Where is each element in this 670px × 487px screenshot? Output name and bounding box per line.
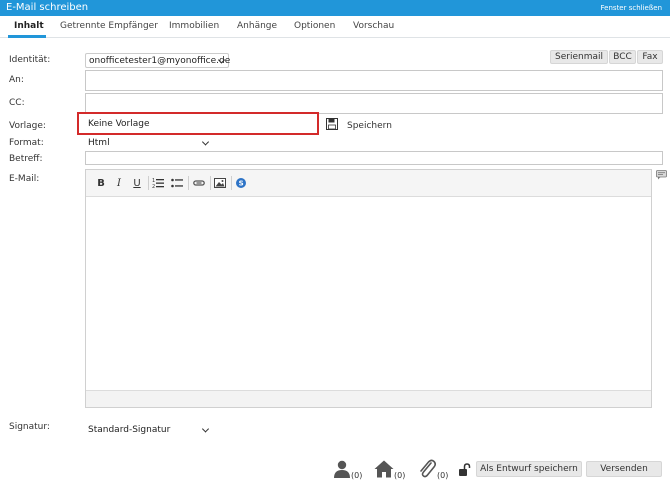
cc-input[interactable]	[85, 93, 663, 114]
link-icon[interactable]	[193, 176, 205, 190]
svg-text:S: S	[239, 180, 244, 188]
window-title: E-Mail schreiben	[6, 2, 89, 13]
bold-icon[interactable]: B	[96, 176, 106, 190]
editor-content-area[interactable]	[86, 197, 651, 392]
serienmail-button[interactable]: Serienmail	[550, 50, 608, 64]
signatur-label: Signatur:	[9, 422, 50, 432]
signatur-value: Standard-Signatur	[88, 424, 171, 435]
paperclip-icon[interactable]	[418, 458, 436, 480]
comment-icon[interactable]	[656, 170, 667, 180]
editor-statusbar	[86, 390, 651, 407]
bullet-list-icon[interactable]	[171, 176, 183, 190]
toolbar-divider	[231, 176, 232, 190]
properties-count: (0)	[394, 471, 406, 480]
tab-vorschau[interactable]: Vorschau	[353, 21, 394, 31]
tab-bar: Inhalt Getrennte Empfänger Immobilien An…	[0, 16, 670, 38]
send-button[interactable]: Versenden	[586, 461, 662, 477]
toolbar-divider	[188, 176, 189, 190]
format-select[interactable]: Html	[85, 136, 212, 149]
speichern-link[interactable]: Speichern	[347, 121, 392, 131]
save-icon[interactable]	[326, 118, 338, 130]
chevron-down-icon	[201, 137, 210, 146]
save-draft-button[interactable]: Als Entwurf speichern	[476, 461, 582, 477]
tab-getrennte-empfaenger[interactable]: Getrennte Empfänger	[60, 21, 158, 31]
signatur-select[interactable]: Standard-Signatur	[85, 423, 212, 436]
chevron-down-icon	[201, 424, 210, 433]
vorlage-value: Keine Vorlage	[88, 119, 150, 129]
fax-button[interactable]: Fax	[637, 50, 663, 64]
attachments-count: (0)	[437, 471, 449, 480]
email-label: E-Mail:	[9, 174, 40, 184]
window-titlebar: E-Mail schreiben Fenster schließen	[0, 0, 670, 16]
tab-immobilien[interactable]: Immobilien	[169, 21, 219, 31]
bcc-button[interactable]: BCC	[609, 50, 636, 64]
an-input[interactable]	[85, 70, 663, 91]
underline-icon[interactable]: U	[132, 176, 142, 190]
format-value: Html	[88, 137, 110, 148]
toolbar-divider	[148, 176, 149, 190]
tab-inhalt[interactable]: Inhalt	[14, 21, 44, 31]
betreff-input[interactable]	[85, 151, 663, 165]
tab-anhaenge[interactable]: Anhänge	[237, 21, 277, 31]
unlock-icon[interactable]	[458, 463, 471, 477]
cc-label: CC:	[9, 98, 25, 108]
contacts-count: (0)	[351, 471, 363, 480]
vorlage-input-highlighted[interactable]: Keine Vorlage	[77, 112, 319, 135]
image-icon[interactable]	[214, 176, 226, 190]
placeholder-icon[interactable]: S	[235, 176, 247, 190]
home-icon[interactable]	[374, 460, 394, 478]
editor-toolbar: B I U 1 2 S	[86, 170, 651, 197]
close-window-link[interactable]: Fenster schließen	[601, 4, 662, 12]
tab-optionen[interactable]: Optionen	[294, 21, 335, 31]
numbered-list-icon[interactable]: 1 2	[152, 176, 164, 190]
identitaet-label: Identität:	[9, 55, 51, 65]
an-label: An:	[9, 75, 24, 85]
svg-text:2: 2	[152, 184, 155, 190]
contact-icon[interactable]	[333, 460, 351, 478]
active-tab-indicator	[8, 35, 46, 38]
italic-icon[interactable]: I	[114, 176, 124, 190]
identitaet-value: onofficetester1@myonoffice.de	[89, 55, 231, 66]
email-editor: B I U 1 2 S	[85, 169, 652, 408]
identitaet-select[interactable]: onofficetester1@myonoffice.de	[85, 53, 231, 68]
vorlage-label: Vorlage:	[9, 121, 46, 131]
format-label: Format:	[9, 138, 44, 148]
toolbar-divider	[210, 176, 211, 190]
betreff-label: Betreff:	[9, 154, 43, 164]
